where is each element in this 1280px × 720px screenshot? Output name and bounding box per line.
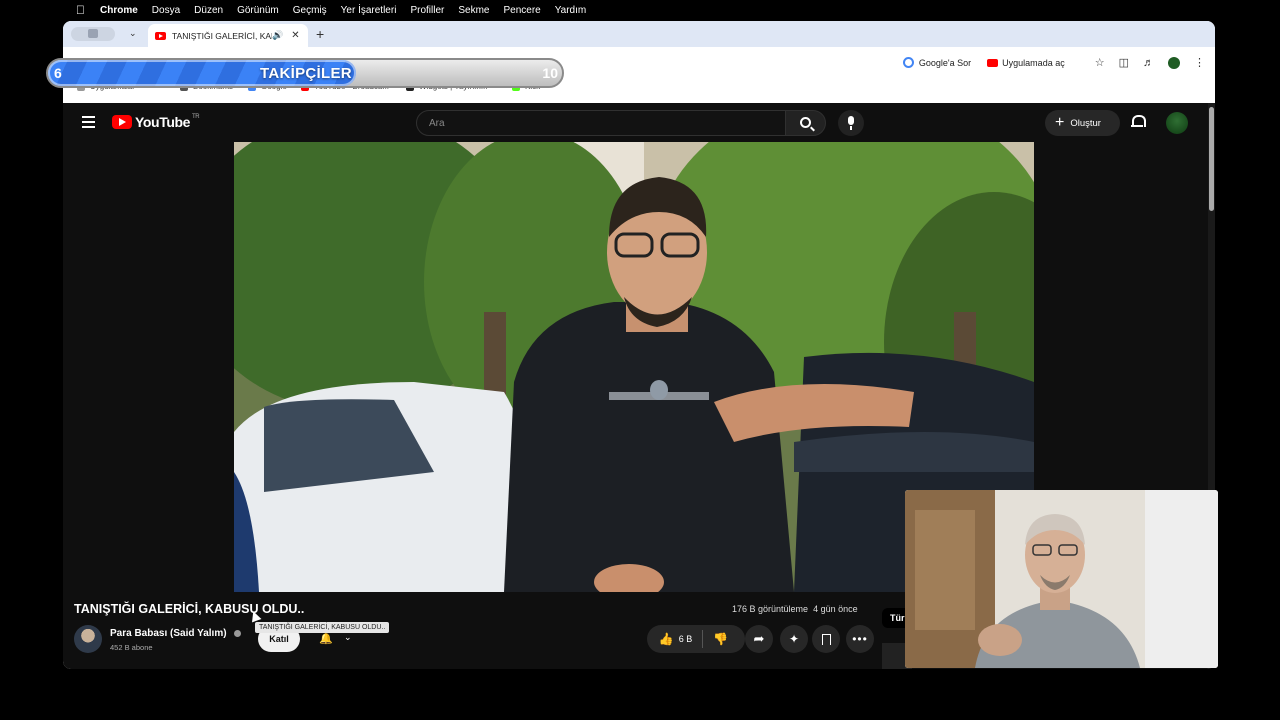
hamburger-menu-icon[interactable] xyxy=(82,116,95,131)
channel-avatar[interactable] xyxy=(74,625,102,653)
notifications-bell-icon[interactable] xyxy=(1131,115,1146,128)
apple-icon[interactable]:  xyxy=(76,4,86,16)
menu-item-window[interactable]: Pencere xyxy=(503,5,540,16)
extensions-icon[interactable]: ◫ xyxy=(1119,56,1129,69)
like-count: 6 B xyxy=(678,634,693,644)
voice-search-icon[interactable] xyxy=(838,110,864,136)
open-in-app-label: Uygulamada aç xyxy=(1002,57,1065,68)
speaker-icon[interactable]: 🔊 xyxy=(272,30,283,41)
google-ask-label: Google'a Sor xyxy=(918,57,972,68)
menu-item-bookmarks[interactable]: Yer İşaretleri xyxy=(341,5,397,16)
scrollbar-thumb[interactable] xyxy=(1209,107,1214,211)
ask-ai-button[interactable]: ✦ xyxy=(780,625,808,653)
menu-item-help[interactable]: Yardım xyxy=(555,5,587,16)
verified-badge-icon xyxy=(234,630,241,637)
follower-current-count: 6 xyxy=(54,65,62,81)
youtube-header: YouTube TR Ara + Oluştur xyxy=(63,103,1208,143)
region-code: TR xyxy=(192,114,200,120)
profile-avatar[interactable] xyxy=(1168,56,1180,69)
view-count: 176 B görüntüleme xyxy=(732,604,809,614)
menu-item-edit[interactable]: Düzen xyxy=(194,5,223,16)
google-lens-icon xyxy=(902,57,914,68)
tab-title: TANIŞTIĞI GALERİCİ, KAB xyxy=(172,30,272,41)
more-icon: ••• xyxy=(852,632,868,646)
menu-app-name[interactable]: Chrome xyxy=(100,5,138,16)
share-button[interactable]: ➦ xyxy=(745,625,773,653)
menu-item-history[interactable]: Geçmiş xyxy=(293,5,327,16)
youtube-logo-text: YouTube xyxy=(135,114,191,130)
title-tooltip: TANIŞTIĞI GALERİCİ, KABUSU OLDU.. xyxy=(255,622,390,633)
channel-name[interactable]: Para Babası (Said Yalım) xyxy=(110,628,227,639)
menu-item-file[interactable]: Dosya xyxy=(152,5,180,16)
share-icon: ➦ xyxy=(753,631,765,646)
bookmark-icon xyxy=(821,633,831,645)
toolbar-right: Google'a Sor Uygulamada aç ☆ ◫ ♬ ⋮ xyxy=(902,56,1205,69)
subscriber-count: 452 B abone xyxy=(110,643,153,652)
youtube-logo[interactable]: YouTube TR xyxy=(112,114,200,130)
video-meta: 176 B görüntüleme 4 gün önce xyxy=(732,604,858,614)
thumbs-down-icon: 👎 xyxy=(713,632,729,646)
tab-group-icon xyxy=(88,29,98,38)
menu-item-view[interactable]: Görünüm xyxy=(237,5,279,16)
menu-item-profiles[interactable]: Profiller xyxy=(410,5,444,16)
tab-active[interactable]: TANIŞTIĞI GALERİCİ, KAB 🔊 ✕ xyxy=(148,24,308,47)
like-dislike-group: 👍 6 B 👎 xyxy=(647,625,745,653)
follower-goal-overlay: 6 TAKİPÇİLER 10 xyxy=(46,58,564,88)
follower-goal-target: 10 xyxy=(542,65,558,81)
tab-search-chevron-icon[interactable]: ⌄ xyxy=(129,28,137,39)
search-button[interactable] xyxy=(785,110,826,136)
webcam-frame xyxy=(905,490,1218,668)
create-label: Oluştur xyxy=(1070,117,1101,129)
macos-menubar:  Chrome Dosya Düzen Görünüm Geçmiş Yer … xyxy=(0,0,1280,20)
google-ask-chip[interactable]: Google'a Sor xyxy=(902,57,972,68)
kebab-menu-icon[interactable]: ⋮ xyxy=(1194,56,1205,69)
sparkle-icon: ✦ xyxy=(788,632,800,646)
close-tab-icon[interactable]: ✕ xyxy=(291,30,299,41)
open-in-app-chip[interactable]: Uygulamada aç xyxy=(987,58,1065,68)
search-input[interactable]: Ara xyxy=(416,110,786,136)
youtube-favicon-icon xyxy=(155,31,166,40)
dislike-button[interactable]: 👎 xyxy=(703,632,743,646)
menu-item-tab[interactable]: Sekme xyxy=(458,5,489,16)
like-button[interactable]: 👍 6 B xyxy=(649,632,702,646)
save-button[interactable] xyxy=(812,625,840,653)
follower-goal-label: TAKİPÇİLER xyxy=(260,65,352,82)
thumbs-up-icon: 👍 xyxy=(658,632,674,646)
youtube-app-icon xyxy=(987,58,999,67)
tab-group-pill[interactable] xyxy=(71,27,115,41)
plus-icon: + xyxy=(1055,114,1065,131)
more-actions-button[interactable]: ••• xyxy=(846,625,874,653)
account-avatar[interactable] xyxy=(1166,112,1188,134)
new-tab-button[interactable]: + xyxy=(316,26,324,42)
subscription-chevron-icon[interactable]: ⌄ xyxy=(344,632,352,643)
search-icon xyxy=(800,117,811,128)
youtube-play-icon xyxy=(112,115,132,129)
subscription-bell-icon[interactable]: 🔔 xyxy=(319,632,333,645)
video-title: TANIŞTIĞI GALERİCİ, KABUSU OLDU.. xyxy=(74,602,305,616)
media-controls-icon[interactable]: ♬ xyxy=(1143,57,1154,69)
tab-strip: ⌄ TANIŞTIĞI GALERİCİ, KAB 🔊 ✕ + xyxy=(63,21,1215,47)
star-icon[interactable]: ☆ xyxy=(1095,56,1105,69)
upload-age: 4 gün önce xyxy=(813,604,858,614)
create-button[interactable]: + Oluştur xyxy=(1045,110,1120,136)
webcam-overlay xyxy=(905,490,1218,668)
